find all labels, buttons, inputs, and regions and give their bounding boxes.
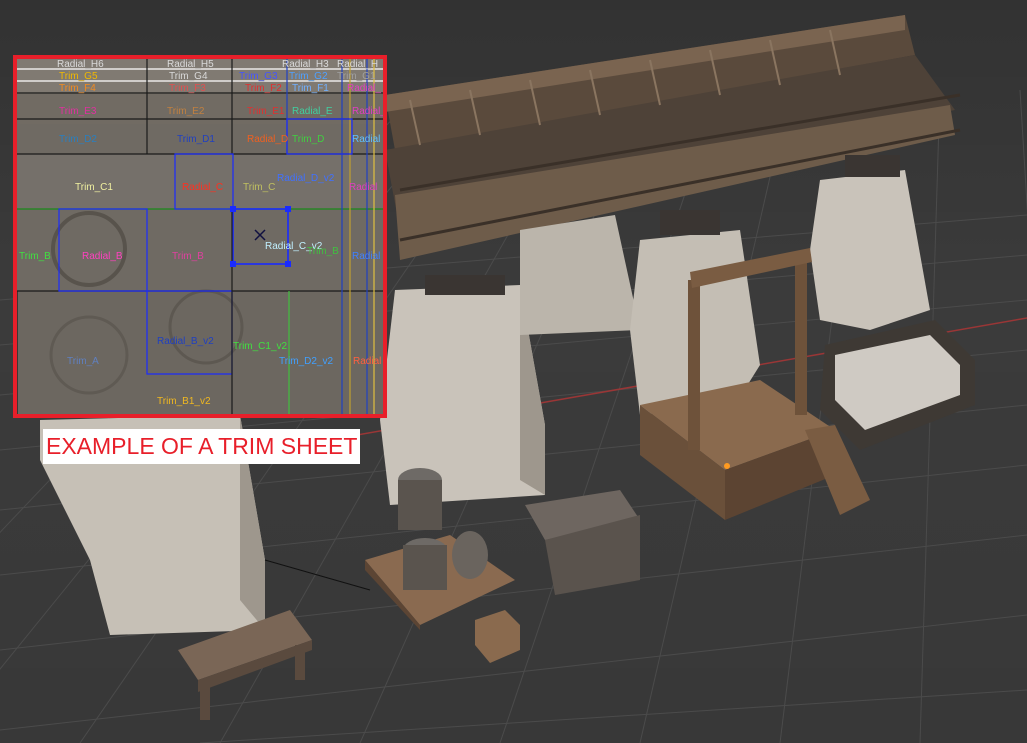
trim-label: Radial_H5 — [167, 59, 214, 70]
trim-label: Radial — [353, 356, 381, 367]
trim-label: Trim_C1 — [75, 182, 113, 193]
trim-label: Trim_A — [67, 356, 99, 367]
trim-label: Trim_E1 — [247, 106, 285, 117]
trim-label: Radial — [352, 134, 380, 145]
pillar-right[interactable] — [810, 155, 930, 330]
trim-label: Trim_C — [243, 182, 275, 193]
trim-label: Radial — [352, 251, 380, 262]
origin-dot — [724, 463, 730, 469]
trim-label: Radial_H3 — [282, 59, 329, 70]
small-crate-model[interactable] — [475, 610, 520, 663]
wire-line — [264, 559, 371, 591]
trim-label: Radial_ — [347, 83, 381, 94]
trim-label: Radial_C — [182, 182, 223, 193]
trim-label: Trim_F3 — [169, 83, 206, 94]
trim-label: Trim_D — [292, 134, 324, 145]
trim-label: Trim_G5 — [59, 71, 98, 82]
trim-label: Trim_D2 — [59, 134, 97, 145]
trim-label: Trim_G4 — [169, 71, 208, 82]
trim-label: Trim_B — [19, 251, 51, 262]
trim-label: Radial_E — [292, 106, 333, 117]
trim-label: Radial_H — [337, 59, 378, 70]
trim-label: Trim_G2 — [289, 71, 328, 82]
trim-sheet-image: Radial_H6 Radial_H5 Radial_H3 Radial_H Trim_… — [13, 55, 387, 418]
trim-label: Radial_D — [247, 134, 288, 145]
trim-label: Trim_F4 — [59, 83, 96, 94]
trim-label: Trim_G1 — [337, 71, 376, 82]
trim-label: Trim_B1_v2 — [157, 396, 211, 407]
trim-label: Trim_B — [172, 251, 204, 262]
trim-label: Radial_B_v2 — [157, 336, 214, 347]
trim-label: Trim_F2 — [245, 83, 282, 94]
pillar-middle-left[interactable] — [520, 215, 640, 335]
trim-label: Trim_F1 — [292, 83, 329, 94]
trim-label: Trim_D1 — [177, 134, 215, 145]
trim-label: Radial_B — [82, 251, 123, 262]
trim-label: Trim_E2 — [167, 106, 205, 117]
trim-label: Trim_B — [307, 246, 339, 257]
plank-pile-model[interactable] — [525, 490, 640, 595]
trim-label: Radial — [349, 182, 377, 193]
trim-label: Trim_G3 — [239, 71, 278, 82]
pipe-crate-model[interactable] — [820, 320, 975, 450]
trim-label: Trim_D2_v2 — [279, 356, 334, 367]
trim-label: Trim_E3 — [59, 106, 97, 117]
trim-label: Trim_C1_v2 — [233, 341, 288, 352]
trim-sheet-caption: EXAMPLE OF A TRIM SHEET — [43, 429, 360, 464]
trim-label: Radial_ — [352, 106, 383, 117]
trim-label: Radial_D_v2 — [277, 173, 335, 184]
trim-label: Radial_H6 — [57, 59, 104, 70]
3d-viewport[interactable]: Radial_H6 Radial_H5 Radial_H3 Radial_H Trim_… — [0, 0, 1027, 743]
